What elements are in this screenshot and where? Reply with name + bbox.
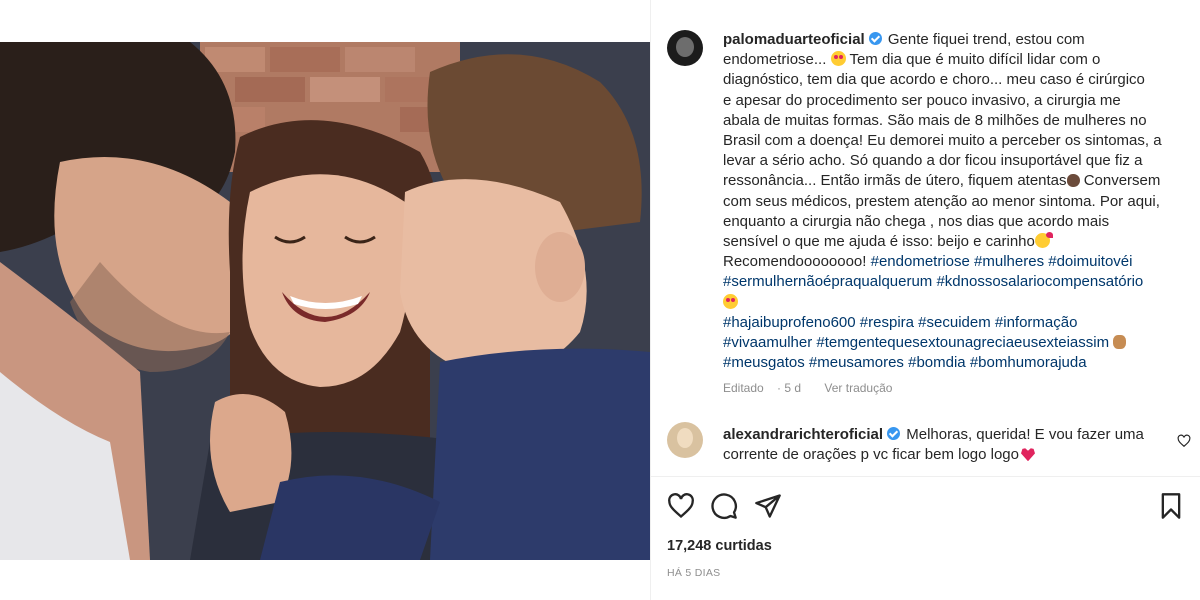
caption-line: Brasil com a doença! Eu demorei muito a … (723, 131, 1193, 151)
hashtag-link[interactable]: #endometriose (871, 253, 970, 270)
star-struck-emoji-icon (830, 51, 846, 67)
caption-line (723, 293, 1193, 313)
caption-text: com seus médicos, prestem atenção ao men… (723, 192, 1160, 210)
caption-text: e apesar do procedimento ser pouco invas… (723, 91, 1121, 109)
comment-button[interactable] (710, 492, 738, 520)
hashtag-link[interactable]: #informação (995, 314, 1078, 331)
hashtag-link[interactable]: #meusgatos (723, 354, 805, 371)
edited-label: Editado · 5 d (723, 381, 802, 395)
post-caption: palomaduarteoficial Gente fiquei trend, … (723, 30, 1193, 373)
caption-line: sensível o que me ajuda é isso: beijo e … (723, 232, 1193, 252)
like-button[interactable] (667, 492, 695, 520)
comment-text-line2: corrente de orações p vc ficar bem logo … (723, 446, 1019, 464)
likes-count[interactable]: 17,248 curtidas (667, 538, 772, 554)
comment-username[interactable]: alexandrarichteroficial (723, 426, 883, 443)
hashtag-link[interactable]: #vivaamulher (723, 334, 812, 351)
caption-line: #vivaamulher #temgentequesextounagreciae… (723, 333, 1193, 353)
post-media-area (0, 0, 650, 600)
hashtag-link[interactable]: #secuidem (918, 314, 991, 331)
caption-text: Conversem (1079, 172, 1161, 190)
caption-line: endometriose... Tem dia que é muito difí… (723, 50, 1193, 70)
commenter-avatar[interactable] (667, 422, 703, 458)
caption-text: levar a sério acho. Só quando a dor fico… (723, 152, 1143, 170)
caption-line: com seus médicos, prestem atenção ao men… (723, 192, 1193, 212)
hashtag-link[interactable]: #mulheres (974, 253, 1044, 270)
comment-bubble-icon (711, 493, 737, 519)
speaking-head-emoji-icon (1066, 174, 1080, 188)
caption-line: palomaduarteoficial Gente fiquei trend, … (723, 30, 1193, 50)
heart-outline-icon (668, 493, 694, 519)
hashtag-link[interactable]: #doimuitovéi (1048, 253, 1132, 270)
caption-line: #meusgatos #meusamores #bomdia #bomhumor… (723, 353, 1193, 373)
comment-text-line1: Melhoras, querida! E vou fazer uma (906, 426, 1144, 443)
hashtag-link[interactable]: #kdnossosalariocompensatório (936, 273, 1143, 290)
caption-line: diagnóstico, tem dia que acordo e choro.… (723, 70, 1193, 90)
caption-text: abala de muitas formas. São mais de 8 mi… (723, 111, 1147, 129)
hashtag-link[interactable]: #temgentequesextounagreciaeusexteiassim (816, 334, 1109, 351)
hashtag-link[interactable]: #respira (860, 314, 914, 331)
paper-plane-icon (755, 494, 781, 518)
post-actions-bar (667, 492, 1185, 522)
verified-badge-icon (868, 32, 882, 45)
family-selfie-image (0, 42, 650, 560)
share-button[interactable] (754, 492, 782, 520)
caption-text: ressonância... Então irmãs de útero, fiq… (723, 172, 1067, 190)
hashtag-link[interactable]: #sermulhernãoépraqualquerum (723, 273, 932, 290)
caption-line: ressonância... Então irmãs de útero, fiq… (723, 171, 1193, 191)
save-button[interactable] (1157, 492, 1185, 520)
ok-hand-emoji-icon (1113, 335, 1127, 350)
author-username[interactable]: palomaduarteoficial (723, 31, 865, 48)
hashtag-link[interactable]: #meusamores (809, 354, 904, 371)
caption-text: Brasil com a doença! Eu demorei muito a … (723, 132, 1162, 150)
caption-line: #hajaibuprofeno600 #respira #secuidem #i… (723, 313, 1193, 333)
caption-text: enquanto a cirurgia não chega , nos dias… (723, 212, 1110, 230)
caption-text: sensível o que me ajuda é isso: beijo e … (723, 233, 1035, 251)
star-struck-emoji-icon (723, 293, 738, 309)
kiss-face-emoji-icon (1034, 232, 1053, 249)
caption-line: levar a sério acho. Só quando a dor fico… (723, 151, 1193, 171)
author-avatar[interactable] (667, 30, 703, 66)
post-meta: Editado · 5 d Ver tradução (723, 381, 902, 395)
caption-line: e apesar do procedimento ser pouco invas… (723, 91, 1193, 111)
verified-badge-icon (887, 427, 901, 440)
caption-line: Recomendoooooooo! #endometriose #mulhere… (723, 252, 1193, 272)
post-details-panel: palomaduarteoficial Gente fiquei trend, … (650, 0, 1200, 600)
actions-divider (651, 476, 1200, 477)
caption-text: Recomendoooooooo! (723, 253, 871, 271)
caption-line: #sermulhernãoépraqualquerum #kdnossosala… (723, 272, 1193, 292)
post-photo[interactable] (0, 42, 650, 560)
translate-link[interactable]: Ver tradução (824, 381, 892, 395)
hashtag-link[interactable]: #hajaibuprofeno600 (723, 314, 856, 331)
comment-like-heart-icon[interactable] (1177, 434, 1191, 448)
hashtag-link[interactable]: #bomhumorajuda (970, 354, 1087, 371)
hashtag-link[interactable]: #bomdia (908, 354, 966, 371)
caption-text: Gente fiquei trend, estou com (887, 31, 1085, 48)
caption-line: enquanto a cirurgia não chega , nos dias… (723, 212, 1193, 232)
caption-text: endometriose... (723, 51, 831, 69)
caption-text: diagnóstico, tem dia que acordo e choro.… (723, 71, 1145, 89)
bookmark-icon (1161, 493, 1181, 519)
red-heart-emoji-icon (1021, 448, 1035, 462)
caption-text: Tem dia que é muito difícil lidar com o (845, 51, 1101, 69)
post-date: HÁ 5 DIAS (667, 567, 721, 579)
caption-line: abala de muitas formas. São mais de 8 mi… (723, 111, 1193, 131)
comment: alexandrarichteroficial Melhoras, querid… (723, 425, 1163, 465)
